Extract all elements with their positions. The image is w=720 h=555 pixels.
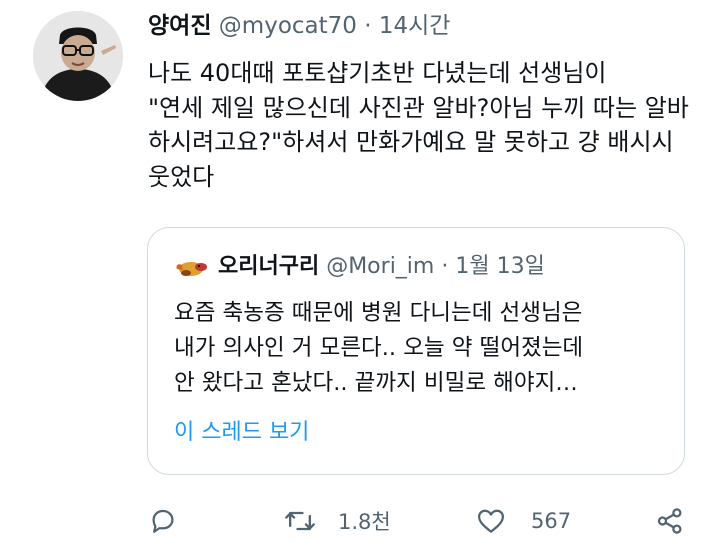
heart-icon xyxy=(478,509,504,533)
quoted-tweet-text: 요즘 축농증 때문에 병원 다니는데 선생님은 내가 의사인 거 모른다.. 오… xyxy=(174,300,584,396)
share-icon xyxy=(657,508,682,534)
avatar[interactable] xyxy=(33,11,123,101)
quoted-tweet-header: 오리너구리 @Mori_im · 1월 13일 xyxy=(174,252,545,282)
platypus-avatar-icon xyxy=(176,262,207,276)
separator-dot: · xyxy=(441,254,449,279)
separator-dot: · xyxy=(364,13,372,39)
tweet-text: 나도 40대때 포토샵기초반 다녔는데 선생님이 "연세 제일 많으신데 사진관… xyxy=(148,59,689,191)
retweet-count: 1.8천 xyxy=(338,510,391,534)
avatar-photo xyxy=(33,11,123,101)
share-button[interactable] xyxy=(655,506,685,536)
tweet-actions-bar: 1.8천 567 xyxy=(0,500,720,544)
retweet-button[interactable]: 1.8천 xyxy=(284,506,391,536)
quoted-tweet-date[interactable]: 1월 13일 xyxy=(455,252,544,282)
reply-icon xyxy=(152,509,174,533)
retweet-icon xyxy=(285,511,315,531)
tweet-header: 양여진 @myocat70 · 14시간 xyxy=(148,10,450,42)
like-button[interactable]: 567 xyxy=(475,506,571,536)
quoted-author-name[interactable]: 오리너구리 xyxy=(218,252,319,282)
show-thread-link[interactable]: 이 스레드 보기 xyxy=(174,418,309,448)
author-name[interactable]: 양여진 xyxy=(148,13,211,39)
reply-button[interactable] xyxy=(148,506,178,536)
tweet-time[interactable]: 14시간 xyxy=(379,13,451,39)
quoted-author-handle[interactable]: @Mori_im xyxy=(326,252,434,282)
author-handle[interactable]: @myocat70 xyxy=(219,13,357,39)
like-count: 567 xyxy=(531,509,572,533)
quoted-tweet-card[interactable]: 오리너구리 @Mori_im · 1월 13일 요즘 축농증 때문에 병원 다니… xyxy=(147,227,685,475)
